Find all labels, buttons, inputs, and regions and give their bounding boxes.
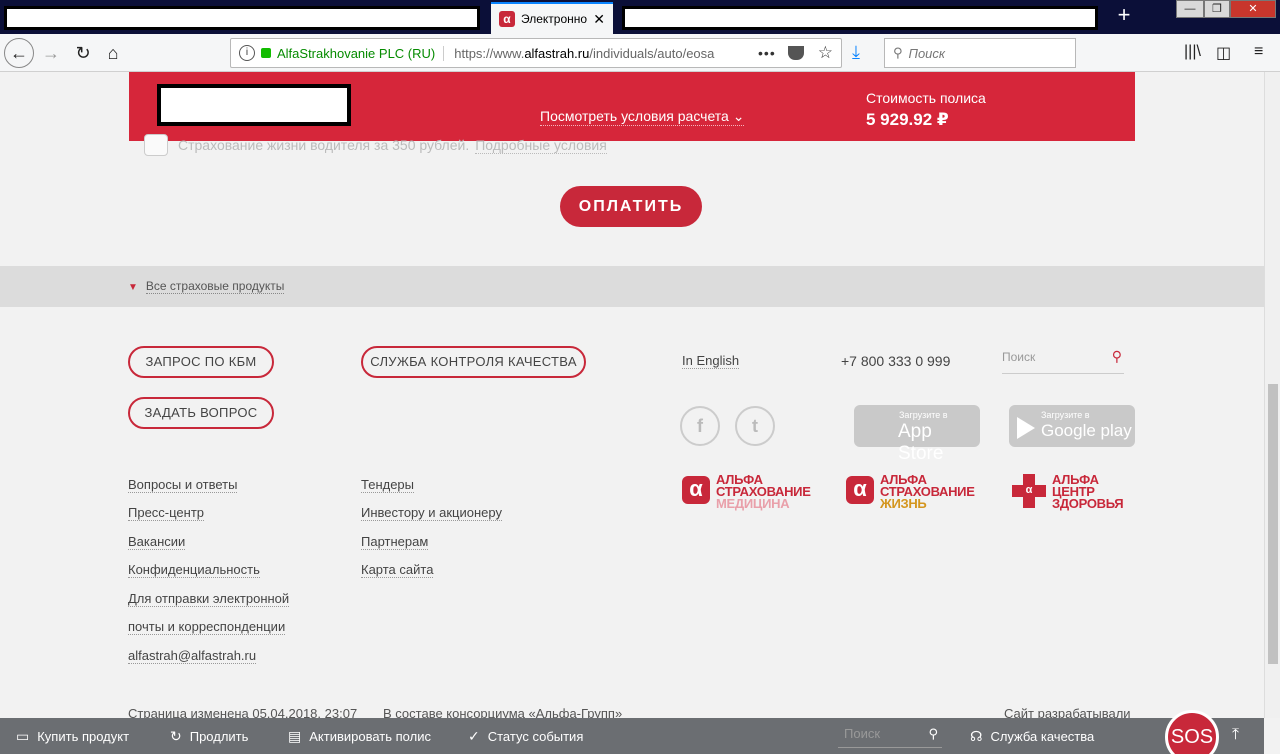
ask-question-button[interactable]: ЗАДАТЬ ВОПРОС [128, 397, 274, 429]
url-text[interactable]: https://www.alfastrah.ru/individuals/aut… [444, 46, 744, 61]
tenders-link[interactable]: Тендеры [361, 477, 415, 493]
back-icon[interactable]: ← [4, 38, 34, 68]
reload-icon[interactable]: ↻ [70, 40, 96, 66]
phone-number[interactable]: +7 800 333 0 999 [841, 353, 950, 369]
pay-button[interactable]: ОПЛАТИТЬ [560, 186, 702, 227]
document-icon: ▤ [288, 728, 302, 744]
tab-close-icon[interactable]: ✕ [593, 11, 605, 28]
search-icon[interactable]: ⚲ [1112, 348, 1122, 365]
cart-icon: ▭ [16, 728, 30, 744]
sitemap-link[interactable]: Карта сайта [361, 562, 434, 578]
renew-icon: ↻ [170, 728, 182, 744]
scroll-thumb[interactable] [1268, 384, 1278, 664]
activate-policy-button[interactable]: ▤ Активировать полис [288, 728, 431, 745]
tab-title: Электронно [521, 12, 588, 26]
pocket-icon[interactable] [787, 46, 804, 60]
sos-button[interactable]: SOS [1165, 710, 1219, 754]
tab-strip: α Электронно ✕ + — ❐ ✕ [0, 0, 1280, 34]
all-products-bar: ▼ Все страховые продукты [0, 266, 1264, 307]
bottom-search-input[interactable]: Поиск ⚲ [838, 726, 942, 748]
facebook-icon[interactable]: f [680, 406, 720, 446]
url-bar[interactable]: i AlfaStrakhovanie PLC (RU) https://www.… [230, 38, 842, 68]
sidebar-icon[interactable]: ◫ [1216, 43, 1231, 63]
app-store-badge[interactable]: Загрузите в App Store [854, 405, 980, 464]
nav-toolbar: ← → ↻ ⌂ i AlfaStrakhovanie PLC (RU) http… [0, 34, 1280, 72]
event-status-button[interactable]: ✓ Статус события [468, 728, 583, 745]
window-close-icon[interactable]: ✕ [1230, 0, 1276, 18]
email-info-line2[interactable]: почты и корреспонденции [128, 619, 286, 635]
tab-redacted[interactable] [4, 6, 480, 30]
sticky-bottom-bar: ▭ Купить продукт ↻ Продлить ▤ Активировать … [0, 718, 1264, 754]
search-icon: ⚲ [893, 45, 903, 60]
chevron-down-icon: ▼ [128, 282, 138, 293]
site-identity[interactable]: AlfaStrakhovanie PLC (RU) [277, 45, 445, 61]
kbm-request-button[interactable]: ЗАПРОС ПО КБМ [128, 346, 274, 378]
menu-icon[interactable]: ≡ [1254, 43, 1263, 61]
alfa-logo-icon: α [682, 476, 710, 504]
bookmark-star-icon[interactable]: ☆ [810, 43, 841, 63]
info-icon[interactable]: i [239, 45, 255, 61]
page-scrollbar[interactable] [1264, 72, 1280, 718]
lock-icon [261, 48, 271, 58]
privacy-link[interactable]: Конфиденциальность [128, 562, 260, 578]
footer-search-input[interactable]: Поиск ⚲ [1002, 348, 1124, 374]
twitter-icon[interactable]: t [735, 406, 775, 446]
brand-alfa-health-center[interactable]: α АЛЬФА ЦЕНТР ЗДОРОВЬЯ [1012, 473, 1124, 510]
page-actions-icon[interactable]: ••• [752, 45, 782, 61]
investors-link[interactable]: Инвестору и акционеру [361, 505, 502, 521]
minimize-icon[interactable]: — [1176, 0, 1204, 18]
cost-value: 5 929.92 ₽ [866, 110, 949, 129]
vacancies-link[interactable]: Вакансии [128, 534, 186, 550]
english-link[interactable]: In English [682, 353, 740, 369]
faq-link[interactable]: Вопросы и ответы [128, 477, 238, 493]
option-details-link[interactable]: Подробные условия [475, 137, 607, 154]
restore-icon[interactable]: ❐ [1204, 0, 1230, 18]
library-icon[interactable]: |||\ [1184, 43, 1201, 61]
search-icon[interactable]: ⚲ [928, 726, 938, 742]
email-link[interactable]: alfastrah@alfastrah.ru [128, 648, 257, 664]
email-info-line1[interactable]: Для отправки электронной [128, 591, 290, 607]
tab-redacted[interactable] [622, 6, 1098, 30]
new-tab-icon[interactable]: + [1113, 4, 1135, 28]
brand-alfa-medicine[interactable]: α АЛЬФА СТРАХОВАНИЕ МЕДИЦИНА [682, 473, 811, 510]
tab-active[interactable]: α Электронно ✕ [491, 2, 613, 34]
extend-button[interactable]: ↻ Продлить [170, 728, 248, 745]
view-terms-link[interactable]: Посмотреть условия расчета ⌄ [540, 108, 745, 126]
scroll-to-top-icon[interactable]: ⤒ [1232, 726, 1239, 744]
cost-label: Стоимость полиса [866, 90, 986, 106]
all-products-toggle[interactable]: ▼ Все страховые продукты [128, 279, 285, 294]
brand-alfa-life[interactable]: α АЛЬФА СТРАХОВАНИЕ ЖИЗНЬ [846, 473, 975, 510]
download-icon[interactable]: ⤓ [852, 42, 860, 63]
partners-link[interactable]: Партнерам [361, 534, 429, 550]
medical-cross-icon: α [1012, 474, 1046, 508]
play-icon [1017, 417, 1035, 439]
check-circle-icon: ✓ [468, 728, 480, 744]
home-icon[interactable]: ⌂ [100, 40, 126, 66]
browser-search-input[interactable]: ⚲ Поиск [884, 38, 1076, 68]
forward-icon[interactable]: → [38, 40, 64, 66]
redacted-block [157, 84, 351, 126]
quality-control-button[interactable]: СЛУЖБА КОНТРОЛЯ КАЧЕСТВА [361, 346, 586, 378]
alfa-favicon-icon: α [499, 11, 515, 27]
policy-summary-bar: Посмотреть условия расчета ⌄ Стоимость п… [129, 72, 1135, 141]
life-insurance-checkbox[interactable] [144, 134, 168, 156]
alfa-logo-icon: α [846, 476, 874, 504]
life-insurance-option: Страхование жизни водителя за 350 рублей… [144, 134, 607, 156]
quality-service-button[interactable]: ☊ Служба качества [970, 728, 1094, 745]
google-play-badge[interactable]: Загрузите в Google play [1009, 405, 1135, 447]
buy-product-button[interactable]: ▭ Купить продукт [16, 728, 129, 745]
press-center-link[interactable]: Пресс-центр [128, 505, 205, 521]
headset-icon: ☊ [970, 728, 983, 744]
option-text: Страхование жизни водителя за 350 рублей… [178, 137, 470, 153]
